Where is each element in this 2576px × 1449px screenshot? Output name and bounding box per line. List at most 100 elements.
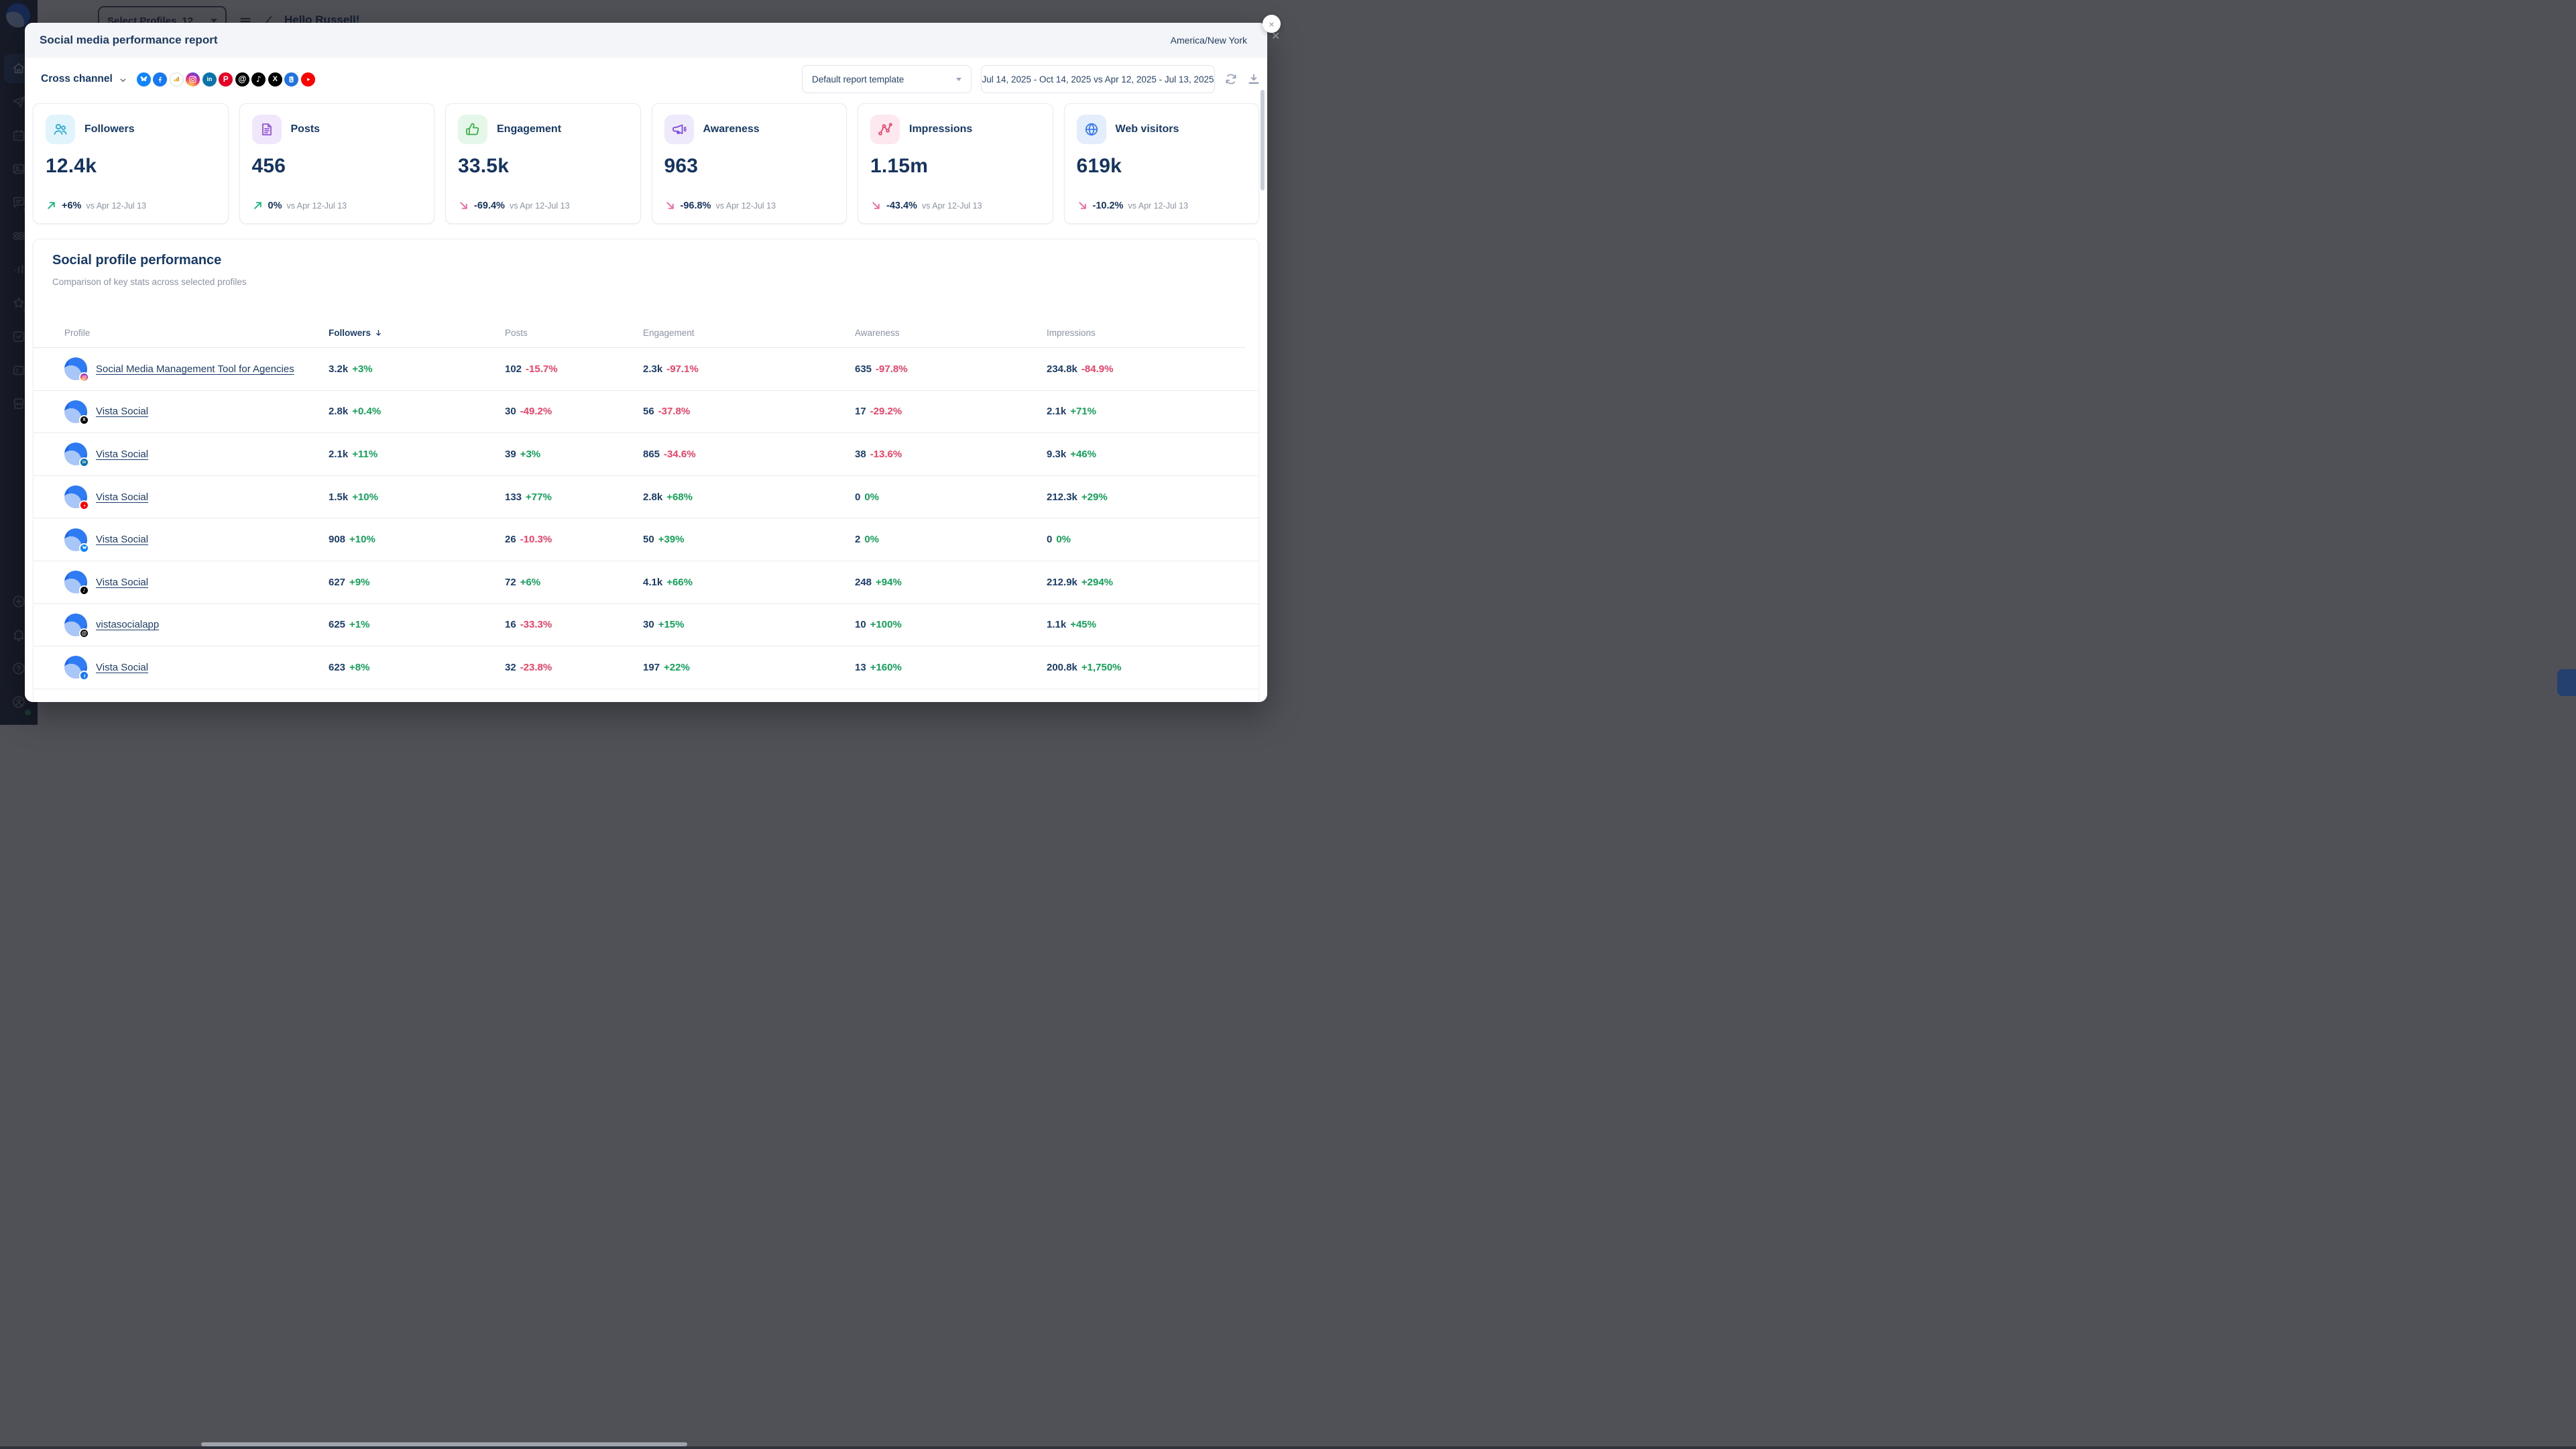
column-header-followers[interactable]: Followers <box>329 328 505 338</box>
metric-cell: 623+8% <box>329 662 505 673</box>
x-icon[interactable]: X <box>268 72 282 86</box>
cell-delta: +11% <box>352 449 377 460</box>
metric-label: Posts <box>291 123 320 135</box>
column-header-awareness[interactable]: Awareness <box>855 328 1047 338</box>
cell-value: 4.1k <box>643 577 662 588</box>
impressions-icon <box>870 115 900 144</box>
facebook-icon[interactable] <box>153 72 167 86</box>
metric-cell: 50+39% <box>643 534 855 545</box>
google-business-icon[interactable] <box>284 72 298 86</box>
cell-value: 197 <box>643 662 660 673</box>
profile-link[interactable]: Vista Social <box>96 577 148 588</box>
bluesky-icon[interactable] <box>137 72 151 86</box>
cell-delta: -84.9% <box>1081 363 1114 375</box>
date-range-value: Jul 14, 2025 - Oct 14, 2025 vs Apr 12, 2… <box>982 74 1214 84</box>
close-button[interactable]: × <box>1263 15 1281 33</box>
column-header-engagement[interactable]: Engagement <box>643 328 855 338</box>
cell-delta: -23.8% <box>520 662 552 673</box>
floating-tab[interactable] <box>2557 669 2576 696</box>
cell-value: 635 <box>855 363 872 375</box>
metric-cell: 2.8k +68% <box>643 491 855 503</box>
metric-cards: Followers 12.4k +6% vs Apr 12-Jul 13 Pos… <box>33 103 1259 224</box>
metric-compare-label: vs Apr 12-Jul 13 <box>1128 201 1188 211</box>
cell-value: 1.1k <box>1047 619 1066 630</box>
cell-delta: -33.3% <box>520 619 552 630</box>
profile-link[interactable]: Vista Social <box>96 406 148 417</box>
profile-link[interactable]: Vista Social <box>96 662 148 673</box>
cell-delta: +29% <box>1081 491 1108 503</box>
column-header-impressions[interactable]: Impressions <box>1047 328 1245 338</box>
cell-value: 133 <box>505 491 522 503</box>
cell-value: 2.3k <box>643 363 662 375</box>
metric-cell: 2.8k+0.4% <box>329 406 505 417</box>
cell-delta: +100% <box>870 619 902 630</box>
metric-delta: -69.4% <box>474 200 505 211</box>
table-row: Vista Social 623+8%32-23.8%197+22%13+160… <box>34 646 1258 689</box>
cell-delta: +10% <box>352 491 378 503</box>
cell-delta: +66% <box>666 577 693 588</box>
download-icon[interactable] <box>1247 72 1261 86</box>
channel-selector[interactable]: Cross channel <box>41 73 113 85</box>
cell-value: 17 <box>855 406 866 417</box>
cell-value: 248 <box>855 577 872 588</box>
cell-delta: +3% <box>352 363 372 375</box>
linkedin-icon[interactable]: in <box>202 72 217 86</box>
horizontal-scrollbar[interactable] <box>201 1442 687 1446</box>
metric-cell: 30-49.2% <box>505 406 643 417</box>
profile-link[interactable]: Vista Social <box>96 449 148 460</box>
tiktok-icon[interactable]: ♪ <box>251 72 266 86</box>
report-template-value: Default report template <box>812 74 904 84</box>
cell-delta: +45% <box>1070 619 1096 630</box>
cell-delta: +77% <box>526 491 552 503</box>
timezone-label: America/New York <box>1171 35 1247 46</box>
google-analytics-icon[interactable] <box>170 72 184 86</box>
profile-avatar: ♪ <box>64 571 87 593</box>
metric-cell: 2.3k-97.1% <box>643 363 855 375</box>
column-header-profile[interactable]: Profile <box>64 328 329 338</box>
metric-cell: 39+3% <box>505 449 643 460</box>
cell-value: 212.3k <box>1047 491 1077 503</box>
cell-value: 200.8k <box>1047 662 1077 673</box>
profile-avatar <box>64 656 87 679</box>
posts-icon <box>252 115 282 144</box>
pinterest-icon[interactable]: P <box>219 72 233 86</box>
profile-link[interactable]: vistasocialapp <box>96 619 159 630</box>
metric-cell: 627+9% <box>329 577 505 588</box>
metric-cell: 00% <box>1047 534 1258 545</box>
metric-cell: 00% <box>855 491 1047 503</box>
cell-delta: +1% <box>349 619 369 630</box>
modal-header: Social media performance report America/… <box>25 23 1267 58</box>
profile-avatar: in <box>64 443 87 465</box>
page-bottom-scroll-track <box>0 1446 2576 1449</box>
metric-cell: 2.1k +11% <box>329 449 505 460</box>
profile-avatar <box>64 485 87 508</box>
date-range-picker[interactable]: Jul 14, 2025 - Oct 14, 2025 vs Apr 12, 2… <box>981 65 1215 93</box>
cell-value: 72 <box>505 577 516 588</box>
refresh-icon[interactable] <box>1224 72 1238 86</box>
cell-value: 102 <box>505 363 522 375</box>
cell-delta: +68% <box>666 491 693 503</box>
metric-cell: 20% <box>855 534 1047 545</box>
cell-delta: +8% <box>349 662 369 673</box>
column-header-posts[interactable]: Posts <box>505 328 643 338</box>
cell-value: 2.1k <box>329 449 348 460</box>
metric-compare-label: vs Apr 12-Jul 13 <box>715 201 776 211</box>
tiktok-badge-icon: ♪ <box>79 585 89 595</box>
vertical-scrollbar[interactable] <box>1261 90 1265 190</box>
report-template-select[interactable]: Default report template <box>802 65 972 93</box>
metric-cell: 212.9k+294% <box>1047 577 1258 588</box>
profile-link[interactable]: Vista Social <box>96 534 148 545</box>
instagram-icon[interactable] <box>186 72 200 86</box>
followers-icon <box>46 115 75 144</box>
cell-value: 13 <box>855 662 866 673</box>
threads-icon[interactable]: @ <box>235 72 249 86</box>
section-subtitle: Comparison of key stats across selected … <box>52 277 247 287</box>
cell-value: 2.8k <box>643 491 662 503</box>
cell-value: 2 <box>855 534 860 545</box>
profile-link[interactable]: Vista Social <box>96 491 148 503</box>
linkedin-badge-icon: in <box>79 457 89 467</box>
cell-delta: -13.6% <box>870 449 902 460</box>
chevron-down-icon[interactable] <box>119 76 127 84</box>
profile-link[interactable]: Social Media Management Tool for Agencie… <box>96 363 294 375</box>
youtube-icon[interactable] <box>301 72 315 86</box>
